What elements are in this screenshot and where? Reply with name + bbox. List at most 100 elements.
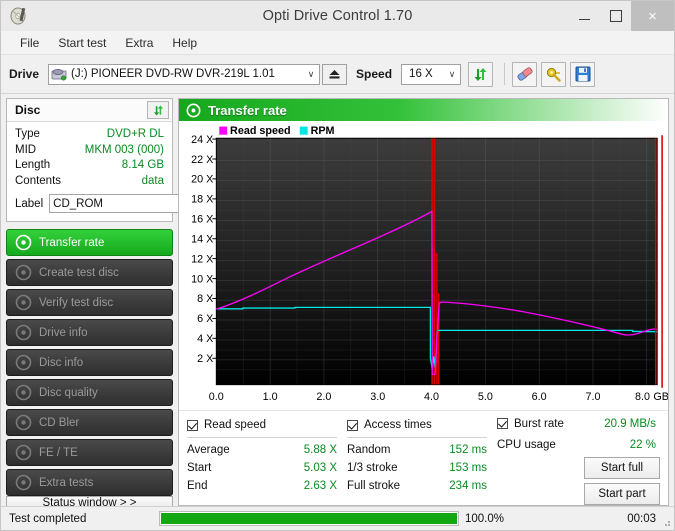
- stat-key: Average: [187, 441, 230, 459]
- main-body: Disc Type DVD+R DL MID: [1, 94, 674, 506]
- settings-plug-button[interactable]: [541, 62, 566, 87]
- stat-value: 2.63 X: [304, 477, 337, 495]
- speed-select[interactable]: 16 X ∨: [401, 64, 461, 85]
- eject-button[interactable]: [322, 64, 347, 85]
- refresh-arrows-icon: [152, 104, 165, 117]
- burst-rate-row[interactable]: Burst rate 20.9 MB/s: [497, 417, 660, 430]
- svg-text:4.0: 4.0: [424, 391, 439, 403]
- sidebar-nav: Transfer rate Create test disc: [6, 229, 173, 496]
- disc-row-key: Contents: [15, 174, 61, 190]
- stats-panel: Read speed Average 5.88 X Start 5.03 X E…: [179, 410, 668, 505]
- disc-test-icon: [15, 444, 32, 461]
- menu-item-extra[interactable]: Extra: [116, 34, 162, 52]
- progress-bar: [159, 511, 459, 526]
- disc-label-row: Label: [15, 193, 164, 217]
- sidebar-item-fe-te[interactable]: FE / TE: [6, 439, 173, 466]
- disc-refresh-button[interactable]: [147, 101, 169, 119]
- svg-text:4 X: 4 X: [197, 333, 214, 345]
- disc-test-icon: [15, 264, 32, 281]
- disc-test-icon: [15, 294, 32, 311]
- stat-key: Random: [347, 441, 390, 459]
- drive-toolbar: Drive (J:) PIONEER DVD-RW DVR-219L 1.01 …: [1, 55, 674, 94]
- access-times-checkbox-row[interactable]: Access times: [347, 417, 497, 433]
- burst-rate-value: 20.9 MB/s: [604, 418, 660, 430]
- panel-header: Transfer rate: [179, 99, 668, 121]
- disc-test-icon: [15, 474, 32, 491]
- menu-item-help[interactable]: Help: [163, 34, 206, 52]
- menu-bar: File Start test Extra Help: [1, 31, 674, 55]
- stat-row-end: End 2.63 X: [187, 477, 347, 495]
- disc-rows: Type DVD+R DL MID MKM 003 (000) Length 8…: [7, 122, 172, 221]
- drive-select[interactable]: (J:) PIONEER DVD-RW DVR-219L 1.01 ∨: [48, 64, 320, 85]
- maximize-button[interactable]: [600, 1, 631, 31]
- sidebar-item-drive-info[interactable]: Drive info: [6, 319, 173, 346]
- start-part-button[interactable]: Start part: [584, 483, 660, 505]
- sidebar-item-label: Transfer rate: [39, 237, 104, 249]
- chart-canvas: Read speed RPM 24 X 22 X 20 X 18 X 16 X …: [179, 121, 668, 410]
- sidebar-item-label: Drive info: [39, 327, 88, 339]
- sidebar-item-extra-tests[interactable]: Extra tests: [6, 469, 173, 496]
- read-speed-checkbox[interactable]: [187, 420, 198, 431]
- stat-row-average: Average 5.88 X: [187, 441, 347, 459]
- stat-key: Full stroke: [347, 477, 400, 495]
- sidebar-item-cd-bler[interactable]: CD Bler: [6, 409, 173, 436]
- window-controls: ×: [569, 1, 674, 31]
- close-button[interactable]: ×: [631, 1, 674, 31]
- read-speed-stats: Read speed Average 5.88 X Start 5.03 X E…: [187, 417, 347, 505]
- disc-row-contents: Contents data: [15, 174, 164, 190]
- svg-text:14 X: 14 X: [191, 233, 214, 245]
- chart-x-unit: GB: [653, 391, 668, 403]
- sidebar-item-create-test-disc[interactable]: Create test disc: [6, 259, 173, 286]
- disc-test-icon: [15, 234, 32, 251]
- erase-button[interactable]: [512, 62, 537, 87]
- sidebar-item-label: Extra tests: [39, 477, 93, 489]
- sidebar-item-transfer-rate[interactable]: Transfer rate: [6, 229, 173, 256]
- eraser-icon: [516, 66, 534, 83]
- save-button[interactable]: [570, 62, 595, 87]
- svg-text:22 X: 22 X: [191, 154, 214, 166]
- sidebar-item-label: Disc info: [39, 357, 83, 369]
- svg-text:16 X: 16 X: [191, 213, 214, 225]
- disc-row-value: DVD+R DL: [107, 127, 164, 143]
- disc-row-key: Type: [15, 127, 40, 143]
- svg-text:20 X: 20 X: [191, 174, 214, 186]
- sidebar-item-disc-quality[interactable]: Disc quality: [6, 379, 173, 406]
- menu-item-file[interactable]: File: [11, 34, 48, 52]
- sidebar-item-label: Verify test disc: [39, 297, 113, 309]
- drive-value: (J:) PIONEER DVD-RW DVR-219L 1.01: [71, 68, 275, 80]
- access-times-checkbox[interactable]: [347, 420, 358, 431]
- start-full-button[interactable]: Start full: [584, 457, 660, 479]
- refresh-button[interactable]: [468, 62, 493, 87]
- disc-row-value: data: [142, 174, 164, 190]
- stat-value: 5.88 X: [304, 441, 337, 459]
- drive-label: Drive: [9, 67, 39, 81]
- refresh-arrows-icon: [472, 66, 489, 83]
- svg-text:10 X: 10 X: [191, 273, 214, 285]
- sidebar-item-verify-test-disc[interactable]: Verify test disc: [6, 289, 173, 316]
- disc-test-icon: [15, 384, 32, 401]
- resize-grip-icon[interactable]: [661, 517, 671, 527]
- svg-text:8.0: 8.0: [635, 391, 650, 403]
- title-bar: Opti Drive Control 1.70 ×: [1, 1, 674, 31]
- action-buttons: Start full Start part: [497, 457, 660, 505]
- stat-row-full-stroke: Full stroke 234 ms: [347, 477, 497, 495]
- burst-rate-stats: Burst rate 20.9 MB/s CPU usage 22 % Star…: [497, 417, 660, 505]
- transfer-rate-chart[interactable]: Read speed RPM 24 X 22 X 20 X 18 X 16 X …: [179, 121, 668, 410]
- stat-key: Start: [187, 459, 211, 477]
- chevron-down-icon[interactable]: ∨: [303, 69, 319, 80]
- sidebar-item-disc-info[interactable]: Disc info: [6, 349, 173, 376]
- svg-text:7.0: 7.0: [585, 391, 600, 403]
- chevron-down-icon[interactable]: ∨: [444, 69, 460, 80]
- eject-icon: [328, 68, 341, 80]
- stat-key: End: [187, 477, 207, 495]
- svg-text:12 X: 12 X: [191, 253, 214, 265]
- burst-rate-checkbox[interactable]: [497, 418, 508, 429]
- disc-row-type: Type DVD+R DL: [15, 127, 164, 143]
- sidebar-item-label: FE / TE: [39, 447, 78, 459]
- menu-item-start-test[interactable]: Start test: [49, 34, 115, 52]
- read-speed-checkbox-row[interactable]: Read speed: [187, 417, 347, 433]
- svg-text:18 X: 18 X: [191, 193, 214, 205]
- minimize-button[interactable]: [569, 1, 600, 31]
- disc-row-key: Length: [15, 158, 50, 174]
- content-panel: Transfer rate: [178, 98, 669, 506]
